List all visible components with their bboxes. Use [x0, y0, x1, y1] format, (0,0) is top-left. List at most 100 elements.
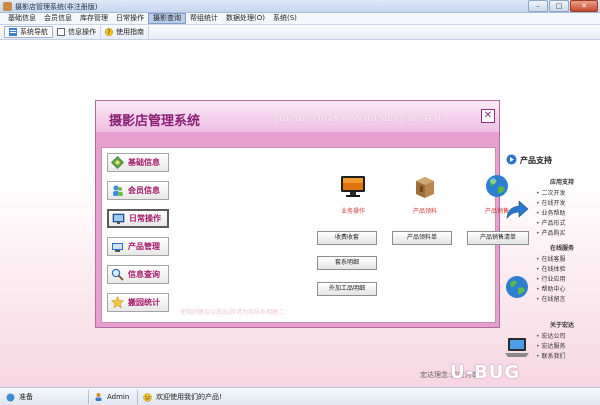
search-icon [111, 268, 124, 281]
material-requisition-button[interactable]: 产品领料单 [392, 231, 452, 245]
section-title-online-service: 在线服务 [550, 245, 575, 252]
toolbar: 系统导航 信息操作 ? 使用指南 [0, 25, 600, 40]
link-business-help[interactable]: 业务帮助 [536, 208, 565, 217]
close-button[interactable]: ✕ [570, 0, 598, 12]
status-user-text: Admin [107, 392, 130, 401]
menu-data-processing[interactable]: 数据处理(O) [222, 13, 269, 24]
smile-icon [143, 392, 152, 402]
tool-label: 信息操作 [68, 28, 96, 36]
arrow-icon [506, 200, 529, 219]
basic-info-icon [111, 156, 124, 169]
link-product-purchase[interactable]: 产品购买 [536, 228, 565, 237]
help-icon: ? [105, 28, 113, 36]
tool-label: 系统导航 [20, 28, 48, 36]
dialog-close-button[interactable]: ✕ [481, 109, 495, 123]
status-welcome: 欢迎使用我们的产品! [143, 392, 222, 402]
status-bar: 准备 Admin 欢迎使用我们的产品! [0, 387, 600, 405]
dialog-body: 基础信息 会员信息 日常操作 产品管理 信息查询 搬园统计 业务操作 产品领料 … [101, 147, 529, 323]
svg-text:?: ? [107, 29, 110, 36]
user-icon [95, 393, 102, 401]
sidebar-item-label: 产品管理 [128, 242, 160, 251]
package-details-button[interactable]: 套系明细 [317, 256, 377, 270]
globe-icon [506, 276, 528, 298]
feature-product-material[interactable]: 产品领料 [397, 172, 453, 215]
dialog-title: 摄影店管理系统 [109, 114, 201, 129]
product-icon [112, 243, 123, 252]
tool-label: 使用指南 [116, 28, 144, 36]
menu-bar: 基础信息 会员信息 库存管理 日常操作 摄影查询 帮组统计 数据处理(O) 系统… [0, 13, 600, 25]
link-online-development[interactable]: 在线开发 [536, 198, 565, 207]
support-icon [506, 154, 517, 165]
watermark-logo: U-BUG [450, 362, 521, 383]
status-user: Admin [94, 392, 129, 401]
feature-label: 业务操作 [340, 208, 365, 215]
menu-statistics[interactable]: 帮组统计 [186, 13, 222, 24]
link-services[interactable]: 宏达服务 [536, 341, 565, 350]
ready-icon [6, 393, 15, 401]
status-divider [88, 390, 89, 404]
tool-info-operation[interactable]: 信息操作 [53, 26, 101, 38]
sidebar-item-daily-ops[interactable]: 日常操作 [107, 209, 169, 228]
link-company[interactable]: 宏达公司 [536, 331, 565, 340]
daily-ops-icon [112, 213, 125, 224]
sidebar-item-label: 会员信息 [128, 186, 160, 195]
main-dialog: 摄影店管理系统 SHE YING DIAN MANAGEMENT SYSTEM … [95, 100, 529, 328]
member-icon [113, 185, 123, 196]
navigation-icon [9, 28, 17, 36]
sidebar-item-label: 基础信息 [128, 158, 160, 167]
status-ready: 准备 [6, 392, 33, 402]
laptop-icon [505, 338, 529, 357]
link-online-message[interactable]: 在线留言 [536, 294, 565, 303]
support-title: 产品支持 [520, 156, 552, 165]
outsourced-products-button[interactable]: 外加工品明细 [317, 282, 377, 296]
sidebar-item-label: 搬园统计 [128, 298, 160, 307]
maximize-button[interactable]: □ [549, 0, 569, 12]
menu-member-info[interactable]: 会员信息 [40, 13, 76, 24]
section-title-app-support: 应用支持 [550, 179, 575, 186]
link-product-forms[interactable]: 产品形式 [536, 218, 565, 227]
sidebar-item-label: 信息查询 [128, 270, 160, 279]
box-icon [416, 177, 434, 198]
window-controls: – □ ✕ [527, 0, 598, 13]
link-online-experience[interactable]: 在线体验 [536, 264, 565, 273]
link-secondary-development[interactable]: 二次开发 [536, 188, 565, 197]
monitor-icon [341, 176, 365, 197]
section-title-about: 关于宏达 [550, 322, 575, 329]
link-contact-us[interactable]: 联系我们 [536, 351, 565, 360]
sidebar-item-product-management[interactable]: 产品管理 [107, 237, 169, 256]
feature-business-ops[interactable]: 业务操作 [325, 172, 381, 215]
tool-user-guide[interactable]: ? 使用指南 [101, 26, 149, 38]
minimize-button[interactable]: – [528, 0, 548, 12]
menu-daily-ops[interactable]: 日常操作 [112, 13, 148, 24]
status-welcome-text: 欢迎使用我们的产品! [156, 393, 222, 401]
statistics-icon [111, 296, 124, 309]
feature-label: 产品领料 [412, 208, 437, 215]
app-icon [3, 2, 12, 11]
status-divider [137, 390, 138, 404]
dialog-content: 业务操作 产品领料 产品销售 收费收套 产品领料单 产品销售清单 套系明细 外加… [180, 148, 529, 322]
menu-system[interactable]: 系统(S) [269, 13, 301, 24]
link-help-center[interactable]: 帮助中心 [536, 284, 565, 293]
info-icon [57, 28, 65, 36]
menu-basic-info[interactable]: 基础信息 [4, 13, 40, 24]
link-industry-applications[interactable]: 行业应用 [536, 274, 565, 283]
sidebar-item-label: 日常操作 [129, 214, 161, 223]
dialog-sidebar: 基础信息 会员信息 日常操作 产品管理 信息查询 搬园统计 [107, 153, 173, 319]
dialog-watermark-text: 使用好建议以提出/其请为指导系相建二 [180, 309, 285, 316]
sidebar-item-basic-info[interactable]: 基础信息 [107, 153, 169, 172]
link-online-support[interactable]: 在线客服 [536, 254, 565, 263]
tool-system-navigation[interactable]: 系统导航 [4, 26, 53, 38]
status-ready-text: 准备 [19, 393, 33, 401]
dialog-header: 摄影店管理系统 SHE YING DIAN MANAGEMENT SYSTEM … [96, 101, 499, 132]
dialog-subtitle: SHE YING DIAN MANAGEMENT SYSTEM [274, 115, 442, 123]
globe-icon [486, 175, 508, 197]
sidebar-item-statistics[interactable]: 搬园统计 [107, 293, 169, 312]
sidebar-item-info-query[interactable]: 信息查询 [107, 265, 169, 284]
menu-inventory[interactable]: 库存管理 [76, 13, 112, 24]
fee-collection-button[interactable]: 收费收套 [317, 231, 377, 245]
sales-list-button[interactable]: 产品销售清单 [467, 231, 529, 245]
sidebar-item-member-info[interactable]: 会员信息 [107, 181, 169, 200]
window-title: 摄影店管理系统(非注册版) [15, 3, 98, 11]
title-bar: 摄影店管理系统(非注册版) – □ ✕ [0, 0, 600, 13]
menu-photo-query[interactable]: 摄影查询 [148, 13, 186, 24]
